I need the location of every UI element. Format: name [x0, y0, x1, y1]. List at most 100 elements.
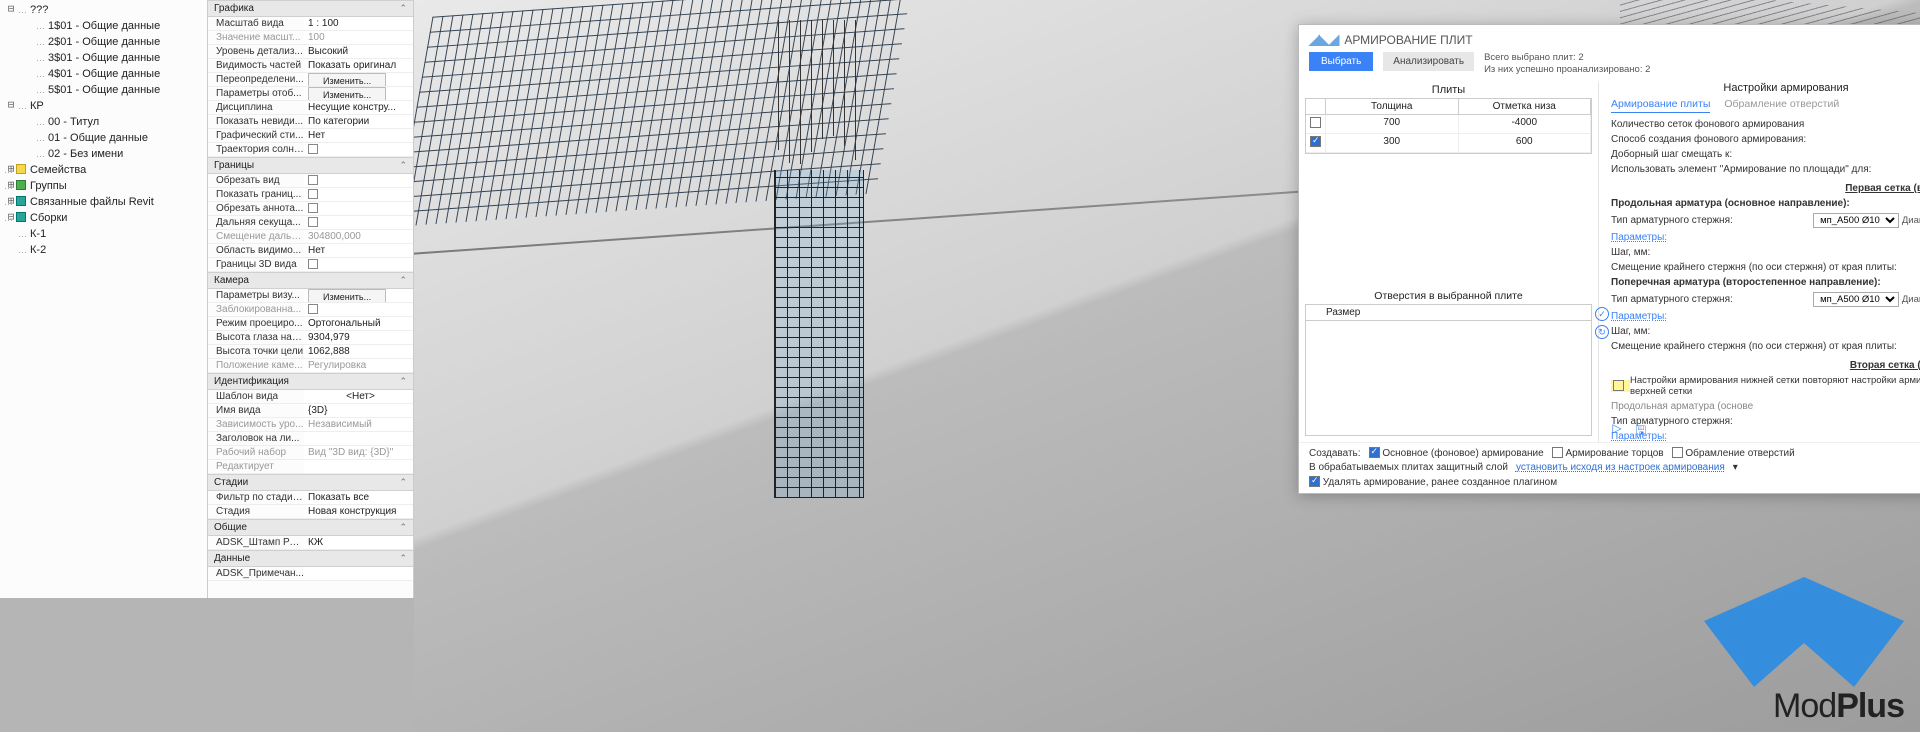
brand-watermark: ModPlus: [1704, 577, 1904, 726]
families-icon: [16, 164, 26, 174]
group-bounds[interactable]: Границы: [208, 157, 413, 174]
select-button[interactable]: Выбрать: [1309, 52, 1373, 71]
tree-view[interactable]: 3$01 - Общие данные: [0, 50, 207, 66]
tree-asm-item[interactable]: К-1: [0, 226, 207, 242]
group-shared[interactable]: Общие: [208, 519, 413, 536]
prop-value: 304800,000: [304, 230, 413, 243]
tree-kp-item[interactable]: 02 - Без имени: [0, 146, 207, 162]
prop-value: Независимый: [304, 418, 413, 431]
assemblies-icon: [16, 212, 26, 222]
create-label: Создавать:: [1309, 448, 1361, 459]
tree-kp-item[interactable]: 01 - Общие данные: [0, 130, 207, 146]
prop-value[interactable]: КЖ: [304, 536, 413, 549]
checkbox[interactable]: [308, 189, 318, 199]
prop-value[interactable]: Ортогональный: [304, 317, 413, 330]
edit-button[interactable]: Изменить...: [308, 87, 386, 100]
bar-type-select[interactable]: мп_А500 Ø10: [1813, 292, 1899, 307]
tree-links[interactable]: ⊞Связанные файлы Revit: [0, 194, 207, 210]
analyze-button[interactable]: Анализировать: [1383, 52, 1474, 71]
prop-value[interactable]: Нет: [304, 129, 413, 142]
reinforcement-dialog[interactable]: ◢◣◢ АРМИРОВАНИЕ ПЛИТ Выбрать Анализирова…: [1298, 24, 1920, 494]
checkbox[interactable]: [308, 259, 318, 269]
prop-value: Вид "3D вид: {3D}": [304, 446, 413, 459]
tree-groups[interactable]: ⊞Группы: [0, 178, 207, 194]
prop-value[interactable]: 1062,888: [304, 345, 413, 358]
prop-value[interactable]: {3D}: [304, 404, 413, 417]
params-link[interactable]: Параметры:: [1611, 232, 1667, 243]
tree-assemblies[interactable]: ⊟Сборки: [0, 210, 207, 226]
row-checkbox[interactable]: [1310, 117, 1321, 128]
tab-hole-framing[interactable]: Обрамление отверстий: [1724, 98, 1839, 113]
stats-text: Всего выбрано плит: 2 Из них успешно про…: [1484, 52, 1650, 76]
col-thickness: Толщина: [1326, 99, 1459, 114]
prop-value: Регулировка: [304, 359, 413, 372]
cover-dropdown[interactable]: установить исходя из настроек армировани…: [1516, 462, 1725, 473]
opt-ends-checkbox[interactable]: [1552, 447, 1563, 458]
prop-value[interactable]: [304, 567, 413, 580]
section-top-mesh: Первая сетка (верхняя): [1611, 183, 1920, 194]
section-bottom-mesh: Вторая сетка (нижняя): [1611, 360, 1920, 371]
checkbox[interactable]: [308, 203, 318, 213]
group-ident[interactable]: Идентификация: [208, 373, 413, 390]
holes-table[interactable]: Размер ✓ ↻: [1305, 304, 1592, 436]
tree-view[interactable]: 5$01 - Общие данные: [0, 82, 207, 98]
plates-table[interactable]: Толщина Отметка низа 700 -4000 300 600: [1305, 98, 1592, 154]
col-bottom-mark: Отметка низа: [1459, 99, 1592, 114]
prop-value[interactable]: Новая конструкция: [304, 505, 413, 518]
prop-value[interactable]: Нет: [304, 244, 413, 257]
prop-value[interactable]: Несущие констру...: [304, 101, 413, 114]
checkbox[interactable]: [308, 175, 318, 185]
prop-value[interactable]: [304, 432, 413, 445]
tree-kp-item[interactable]: 00 - Титул: [0, 114, 207, 130]
prop-value: 100: [304, 31, 413, 44]
repeat-settings-checkbox[interactable]: [1613, 380, 1624, 391]
groups-icon: [16, 180, 26, 190]
plates-heading: Плиты: [1299, 82, 1598, 98]
prop-value[interactable]: Показать оригинал: [304, 59, 413, 72]
tree-view[interactable]: 4$01 - Общие данные: [0, 66, 207, 82]
group-data[interactable]: Данные: [208, 550, 413, 567]
opt-main-checkbox[interactable]: [1369, 447, 1380, 458]
table-row[interactable]: 300 600: [1306, 134, 1591, 153]
edit-button[interactable]: Изменить...: [308, 73, 386, 86]
prop-value[interactable]: Показать все: [304, 491, 413, 504]
prop-value[interactable]: По категории: [304, 115, 413, 128]
bar-type-select[interactable]: мп_А500 Ø10: [1813, 213, 1899, 228]
col-size: Размер: [1322, 305, 1577, 320]
prop-value[interactable]: 1 : 100: [304, 17, 413, 30]
group-camera[interactable]: Камера: [208, 272, 413, 289]
dialog-title: АРМИРОВАНИЕ ПЛИТ: [1344, 33, 1472, 47]
tab-plate-reinf[interactable]: Армирование плиты: [1611, 98, 1710, 113]
prop-value[interactable]: <Нет>: [304, 390, 413, 403]
table-row[interactable]: 700 -4000: [1306, 115, 1591, 134]
checkbox[interactable]: [308, 217, 318, 227]
group-phasing[interactable]: Стадии: [208, 474, 413, 491]
tree-unknown[interactable]: ⊟???: [0, 2, 207, 18]
tree-asm-item[interactable]: К-2: [0, 242, 207, 258]
prop-value: [304, 460, 413, 473]
row-checkbox[interactable]: [1310, 136, 1321, 147]
holes-heading: Отверстия в выбранной плите: [1299, 284, 1598, 304]
rebar-column: [774, 20, 864, 498]
links-icon: [16, 196, 26, 206]
save-icon[interactable]: 🖫: [1633, 420, 1649, 436]
edit-button[interactable]: Изменить...: [308, 289, 386, 302]
prop-value[interactable]: 9304,979: [304, 331, 413, 344]
settings-heading: Настройки армирования: [1611, 82, 1920, 94]
checkbox: [308, 304, 318, 314]
opt-holes-checkbox[interactable]: [1672, 447, 1683, 458]
properties-panel[interactable]: Графика Масштаб вида1 : 100 Значение мас…: [208, 0, 414, 598]
prop-value[interactable]: Высокий: [304, 45, 413, 58]
tree-kp[interactable]: ⊟КР: [0, 98, 207, 114]
params-link[interactable]: Параметры:: [1611, 311, 1667, 322]
plugin-logo-icon: ◢◣◢: [1309, 31, 1338, 48]
project-browser[interactable]: ⊟??? 1$01 - Общие данные 2$01 - Общие да…: [0, 0, 208, 598]
3d-viewport[interactable]: ◢◣◢ АРМИРОВАНИЕ ПЛИТ Выбрать Анализирова…: [414, 0, 1920, 732]
tree-view[interactable]: 2$01 - Общие данные: [0, 34, 207, 50]
tree-families[interactable]: ⊞Семейства: [0, 162, 207, 178]
checkbox[interactable]: [308, 144, 318, 154]
delete-old-checkbox[interactable]: [1309, 476, 1320, 487]
group-graphics[interactable]: Графика: [208, 0, 413, 17]
tree-view[interactable]: 1$01 - Общие данные: [0, 18, 207, 34]
run-icon[interactable]: ▷: [1609, 420, 1625, 436]
